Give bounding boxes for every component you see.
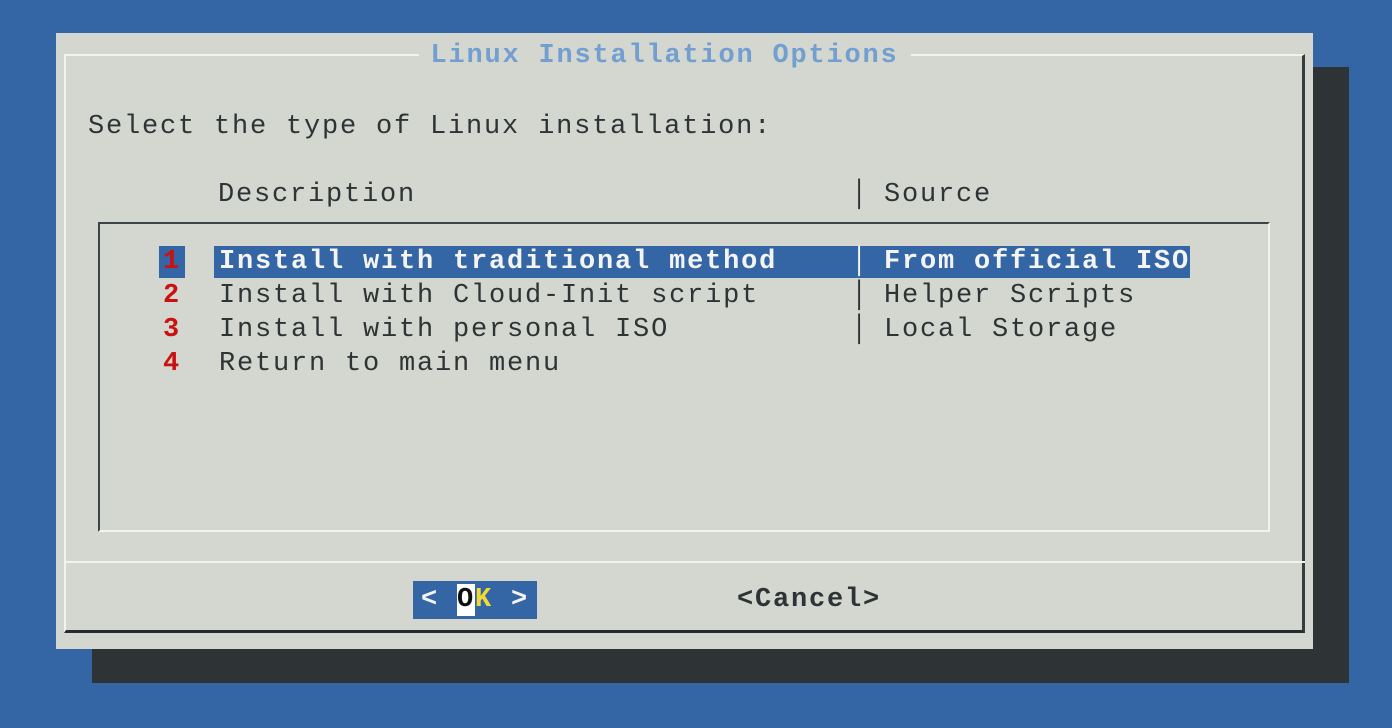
- menu-item-tag: 1: [159, 246, 185, 278]
- menu-item-tag: 4: [159, 348, 185, 380]
- column-separator-icon: │: [851, 279, 869, 313]
- menu-listbox: 1 Install with traditional method │ From…: [98, 222, 1270, 532]
- column-separator-icon: │: [851, 245, 869, 279]
- menu-item-row[interactable]: 1 Install with traditional method │ From…: [100, 245, 1268, 279]
- button-separator-line: [64, 561, 1305, 563]
- menu-item-source: From official ISO: [884, 245, 1190, 279]
- terminal-screen: Linux Installation Options Select the ty…: [0, 0, 1392, 728]
- ok-cursor-letter: O: [457, 584, 475, 616]
- ok-button[interactable]: < O K >: [413, 581, 537, 619]
- ok-close-bracket: >: [511, 585, 529, 615]
- column-header-description: Description: [218, 178, 416, 212]
- menu-item-description: Return to main menu: [219, 347, 561, 381]
- column-separator-icon: │: [851, 313, 869, 347]
- menu-item-tag: 3: [159, 314, 185, 346]
- column-header-source: Source: [884, 178, 992, 212]
- menu-item-row[interactable]: 2 Install with Cloud-Init script │ Helpe…: [100, 279, 1268, 313]
- menu-item-description: Install with Cloud-Init script: [219, 279, 759, 313]
- ok-open-bracket: <: [421, 585, 439, 615]
- menu-item-row[interactable]: 3 Install with personal ISO │ Local Stor…: [100, 313, 1268, 347]
- dialog-title: Linux Installation Options: [418, 41, 910, 71]
- dialog-message: Select the type of Linux installation:: [88, 110, 772, 144]
- ok-hotkey-letter: K: [475, 585, 493, 615]
- column-separator-icon: │: [851, 178, 869, 212]
- cancel-button[interactable]: <Cancel>: [737, 581, 881, 619]
- menu-item-source: Local Storage: [884, 313, 1118, 347]
- menu-item-tag: 2: [159, 280, 185, 312]
- column-header-row: Description │ Source: [56, 178, 1313, 212]
- menu-item-source: Helper Scripts: [884, 279, 1136, 313]
- menu-item-row[interactable]: 4 Return to main menu: [100, 347, 1268, 381]
- menu-item-description: Install with personal ISO: [219, 313, 669, 347]
- menu-item-description: Install with traditional method: [219, 245, 777, 279]
- installation-options-dialog: Linux Installation Options Select the ty…: [56, 33, 1313, 649]
